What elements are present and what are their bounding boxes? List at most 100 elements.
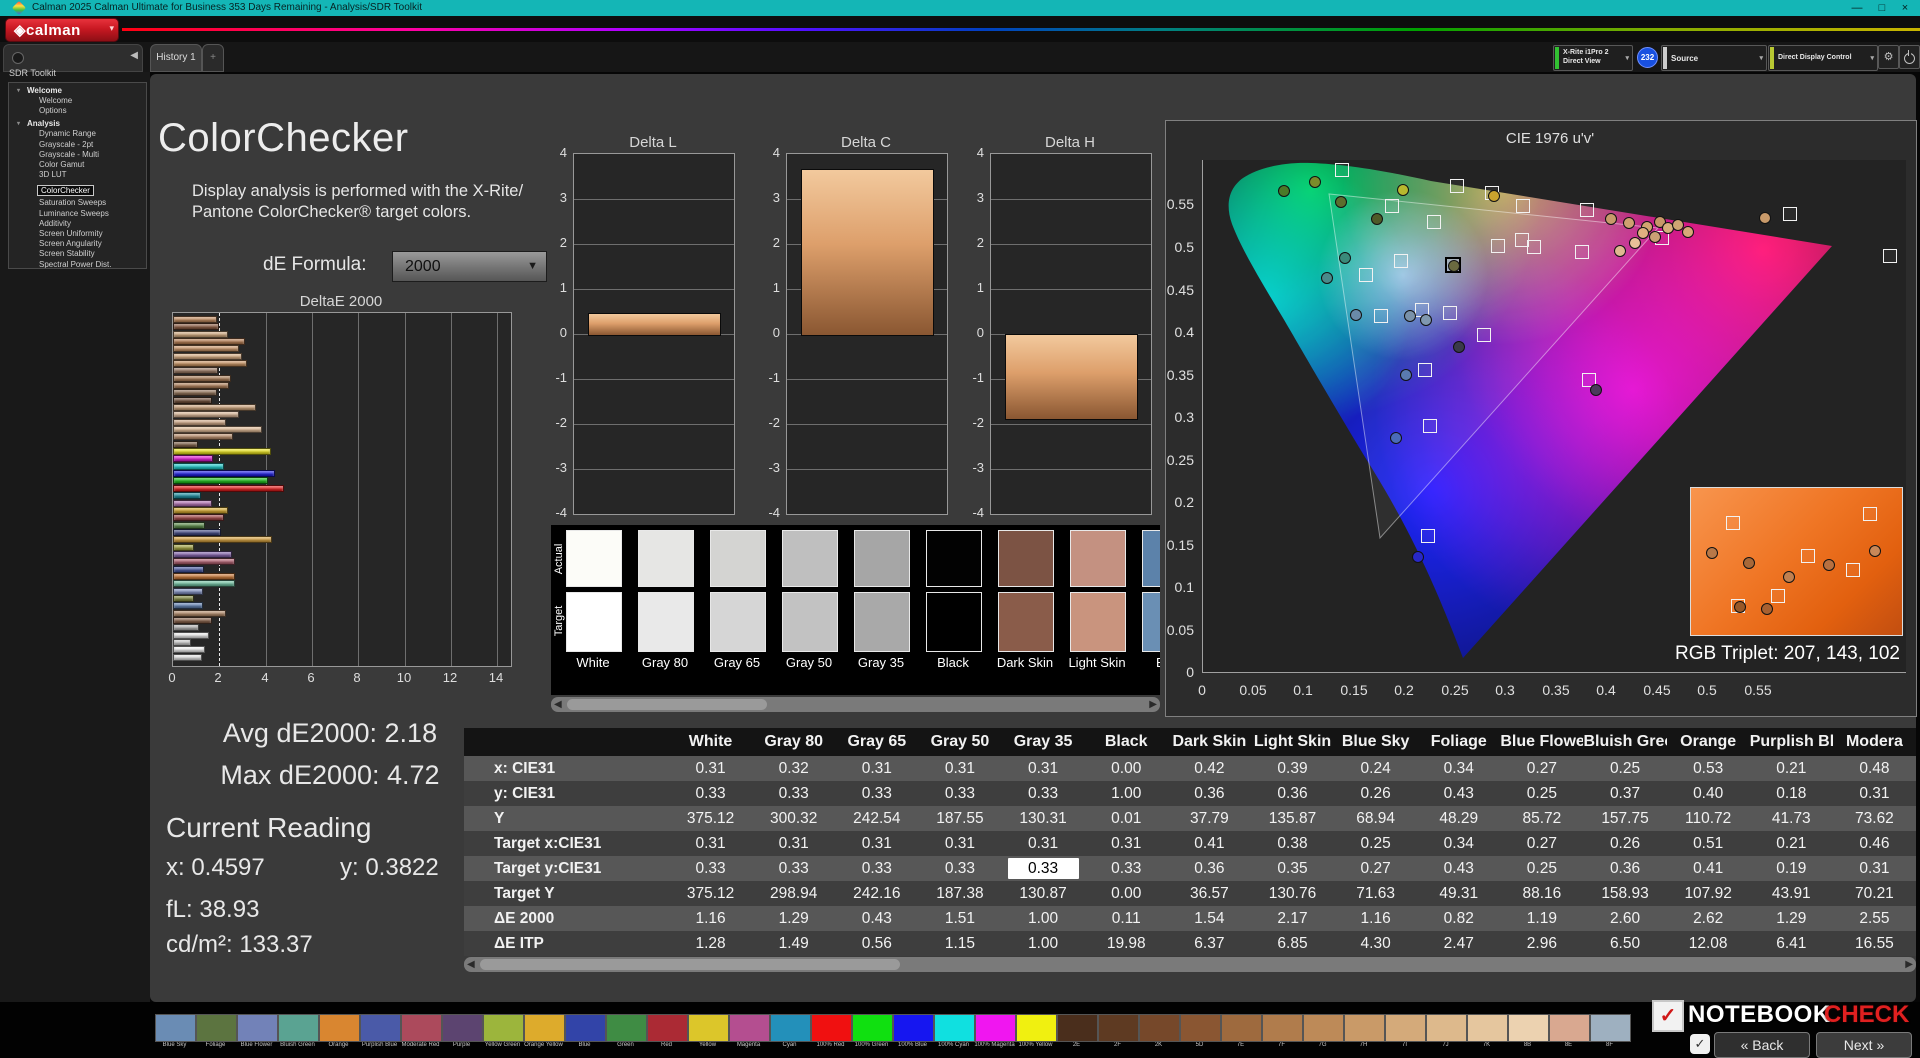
sequence-swatch-label: 7F bbox=[1277, 1042, 1285, 1048]
table-cell: 375.12 bbox=[686, 885, 735, 902]
sidebar-item-screen-stability[interactable]: Screen Stability bbox=[9, 249, 146, 259]
sidebar-item-saturation-sweeps[interactable]: Saturation Sweeps bbox=[9, 198, 146, 208]
sequence-swatch-label: 2F bbox=[1113, 1042, 1121, 1048]
add-tab-button[interactable]: + bbox=[202, 44, 224, 72]
sequence-swatch-label: 7G bbox=[1318, 1042, 1327, 1048]
sequence-swatch-label: Blue Flower bbox=[240, 1042, 273, 1048]
inset-measurement-point bbox=[1734, 601, 1746, 613]
table-cell: 0.25 bbox=[1526, 785, 1557, 802]
sidebar-item-luminance-sweeps[interactable]: Luminance Sweeps bbox=[9, 209, 146, 219]
sidebar-item-additivity[interactable]: Additivity bbox=[9, 219, 146, 229]
table-row-label: ΔE ITP bbox=[494, 935, 544, 952]
sequence-swatch-label: 100% Cyan bbox=[937, 1042, 970, 1048]
deltae-bar bbox=[173, 477, 268, 485]
table-scrollbar[interactable]: ◀ ▶ bbox=[464, 957, 1916, 972]
delta_l-y-tick--2: -2 bbox=[555, 415, 567, 430]
scroll-right-icon[interactable]: ▶ bbox=[1905, 957, 1913, 972]
table-row-label: Target x:CIE31 bbox=[494, 835, 602, 852]
minimize-button[interactable]: — bbox=[1846, 0, 1868, 16]
sequence-swatch-8f bbox=[1590, 1014, 1631, 1042]
table-cell: 1.29 bbox=[778, 910, 809, 927]
tree-group-analysis[interactable]: ▾ Analysis bbox=[9, 119, 146, 129]
delta_l-bar bbox=[588, 312, 721, 336]
deltae-bar bbox=[173, 484, 285, 492]
next-button[interactable]: Next » bbox=[1816, 1032, 1912, 1058]
max-de2000: Max dE2000: 4.72 bbox=[220, 760, 440, 790]
sequence-swatch-label: 7J bbox=[1442, 1042, 1449, 1048]
patch-strip-scrollbar[interactable]: ◀ ▶ bbox=[551, 697, 1160, 712]
sequence-swatch-bluish-green bbox=[278, 1014, 319, 1042]
sidebar-item-colorchecker[interactable]: ColorChecker bbox=[37, 185, 94, 197]
deltae-bar bbox=[173, 433, 233, 441]
tab-history-1[interactable]: History 1 bbox=[150, 44, 202, 72]
sidebar-item-color-gamut[interactable]: Color Gamut bbox=[9, 160, 146, 170]
sequence-swatch-7h bbox=[1344, 1014, 1385, 1042]
sequence-swatch-label: 7E bbox=[1236, 1042, 1245, 1048]
sidebar-item-grayscale-multi[interactable]: Grayscale - Multi bbox=[9, 150, 146, 160]
patch-label: Gray 80 bbox=[641, 655, 689, 670]
meter-selector[interactable]: X-Rite i1Pro 2 Direct View ▾ bbox=[1553, 45, 1633, 71]
table-cell: 0.11 bbox=[1111, 910, 1141, 927]
deltae-bar bbox=[173, 330, 229, 338]
cie-target-square bbox=[1423, 419, 1437, 433]
table-cell: 0.33 bbox=[944, 785, 976, 802]
cie-target-square bbox=[1421, 529, 1435, 543]
back-button[interactable]: « Back bbox=[1714, 1032, 1810, 1058]
tree-group-welcome[interactable]: ▾ Welcome bbox=[9, 86, 146, 96]
scrollbar-thumb[interactable] bbox=[480, 959, 900, 970]
cie-y-tick: 0.45 bbox=[1166, 282, 1194, 298]
patch-label: Gray 50 bbox=[785, 655, 833, 670]
meter-count-badge: 232 bbox=[1637, 47, 1658, 68]
sequence-swatch-label: Foliage bbox=[205, 1042, 226, 1048]
table-cell: 16.55 bbox=[1855, 935, 1894, 952]
sidebar-item-dynamic-range[interactable]: Dynamic Range bbox=[9, 129, 146, 139]
power-button[interactable] bbox=[1899, 45, 1920, 69]
scroll-right-icon[interactable]: ▶ bbox=[1149, 697, 1157, 712]
sidebar-item-options[interactable]: Options bbox=[9, 106, 146, 116]
tree-expand-icon[interactable]: ▾ bbox=[17, 86, 20, 96]
table-cell: 0.33 bbox=[944, 860, 976, 877]
chevron-down-icon: ▾ bbox=[1625, 55, 1629, 62]
cie-measurement-point bbox=[1412, 551, 1424, 563]
cie-measurement-point bbox=[1400, 369, 1412, 381]
scroll-left-icon[interactable]: ◀ bbox=[554, 697, 562, 712]
sidebar-item-screen-angularity[interactable]: Screen Angularity bbox=[9, 239, 146, 249]
collapse-left-icon[interactable]: ◀ bbox=[130, 50, 138, 61]
table-cell: 0.31 bbox=[861, 760, 892, 777]
sidebar-item-spectral-power-dist-[interactable]: Spectral Power Dist. bbox=[9, 260, 146, 268]
table-cell: 0.43 bbox=[861, 910, 892, 927]
source-selector[interactable]: Source ▾ bbox=[1661, 45, 1767, 71]
sequence-swatch-label: 7K bbox=[1482, 1042, 1491, 1048]
cie-y-tick: 0.5 bbox=[1174, 239, 1194, 255]
sidebar-item-3d-lut[interactable]: 3D LUT bbox=[9, 170, 146, 180]
close-button[interactable]: × bbox=[1894, 0, 1916, 16]
sidebar-item-grayscale-2pt[interactable]: Grayscale - 2pt bbox=[9, 140, 146, 150]
display-control-selector[interactable]: Direct Display Control ▾ bbox=[1768, 45, 1878, 71]
calman-menu-button[interactable]: ◈calman ▾ bbox=[5, 18, 119, 42]
cie-y-tick: 0.25 bbox=[1166, 452, 1194, 468]
inset-target-square bbox=[1726, 516, 1740, 530]
cie-target-square bbox=[1516, 199, 1530, 213]
settings-button[interactable]: ⚙ bbox=[1878, 45, 1899, 69]
patch-label: Light Skin bbox=[1068, 655, 1126, 670]
tree-expand-icon[interactable]: ▾ bbox=[17, 119, 20, 129]
cie-target-square bbox=[1385, 199, 1399, 213]
sidebar-item-screen-uniformity[interactable]: Screen Uniformity bbox=[9, 229, 146, 239]
sidebar-item-welcome[interactable]: Welcome bbox=[9, 96, 146, 106]
cie-x-tick: 0.15 bbox=[1340, 682, 1368, 698]
table-cell: 0.33 bbox=[778, 860, 809, 877]
scrollbar-thumb[interactable] bbox=[567, 699, 767, 710]
deltae-bar bbox=[173, 374, 231, 382]
de-formula-dropdown[interactable]: 2000 ▼ bbox=[392, 251, 547, 282]
table-cell: 0.31 bbox=[778, 835, 809, 852]
deltae-x-tick-8: 8 bbox=[353, 670, 361, 685]
table-cell: 0.33 bbox=[1002, 856, 1085, 881]
scroll-left-icon[interactable]: ◀ bbox=[467, 957, 475, 972]
patch-label: Black bbox=[937, 655, 969, 670]
table-cell: 36.57 bbox=[1189, 885, 1229, 902]
maximize-button[interactable]: □ bbox=[1871, 0, 1893, 16]
sequence-swatch-purplish-blue bbox=[360, 1014, 401, 1042]
table-cell: 2.62 bbox=[1693, 910, 1724, 927]
table-row: Target Y 375.12 298.94 242.16 187.38 130.87 0.… bbox=[464, 881, 1916, 906]
inset-measurement-point bbox=[1823, 559, 1835, 571]
